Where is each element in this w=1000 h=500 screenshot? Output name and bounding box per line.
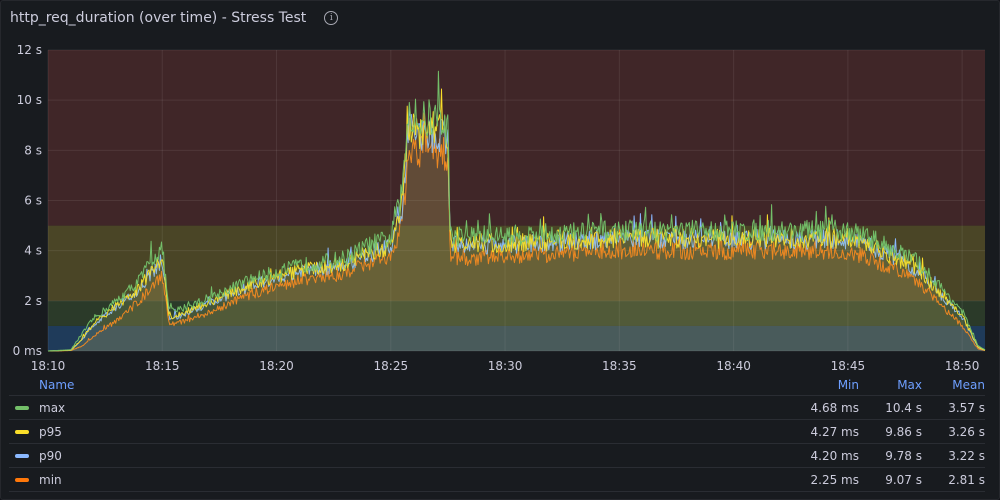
legend-series-name: min — [39, 472, 62, 487]
panel: http_req_duration (over time) - Stress T… — [0, 0, 1000, 500]
legend-mean-value: 2.81 s — [948, 472, 985, 487]
legend-series-name: p95 — [39, 424, 62, 439]
legend-header: Name Min Max Mean — [9, 375, 985, 396]
legend-min-value: 2.25 ms — [810, 472, 859, 487]
legend-row-min[interactable]: min 2.25 ms 9.07 s 2.81 s — [9, 468, 985, 492]
x-tick-label: 18:40 — [716, 359, 751, 373]
series-swatch — [15, 429, 29, 434]
y-tick-label: 10 s — [17, 93, 42, 107]
legend-mean-value: 3.22 s — [948, 448, 985, 463]
x-tick-label: 18:10 — [31, 359, 66, 373]
threshold-band — [48, 50, 985, 226]
legend-header-name[interactable]: Name — [9, 378, 759, 392]
time-series-chart[interactable]: 0 ms 2 s 4 s 6 s 8 s 10 s 12 s 18:10 18:15 18:20 1… — [1, 1, 999, 373]
legend-min-value: 4.27 ms — [810, 424, 859, 439]
legend-series-name: p90 — [39, 448, 62, 463]
legend-max-value: 9.07 s — [885, 472, 922, 487]
x-tick-label: 18:20 — [259, 359, 294, 373]
y-tick-label: 0 ms — [13, 344, 42, 358]
legend-mean-value: 3.57 s — [948, 400, 985, 415]
series-swatch — [15, 405, 29, 410]
y-tick-label: 8 s — [24, 143, 42, 157]
x-tick-label: 18:35 — [602, 359, 637, 373]
x-tick-label: 18:50 — [945, 359, 980, 373]
y-tick-label: 2 s — [24, 294, 42, 308]
legend-header-min[interactable]: Min — [759, 378, 859, 392]
series-swatch — [15, 453, 29, 458]
legend-header-max[interactable]: Max — [859, 378, 922, 392]
legend-header-mean[interactable]: Mean — [922, 378, 985, 392]
legend-row-p95[interactable]: p95 4.27 ms 9.86 s 3.26 s — [9, 420, 985, 444]
legend-max-value: 9.86 s — [885, 424, 922, 439]
series-swatch — [15, 477, 29, 482]
y-tick-label: 12 s — [17, 43, 42, 57]
legend-max-value: 9.78 s — [885, 448, 922, 463]
x-tick-label: 18:25 — [374, 359, 409, 373]
legend-mean-value: 3.26 s — [948, 424, 985, 439]
legend-min-value: 4.20 ms — [810, 448, 859, 463]
y-tick-label: 4 s — [24, 244, 42, 258]
x-tick-label: 18:45 — [831, 359, 866, 373]
legend-series-name: max — [39, 400, 66, 415]
x-tick-label: 18:30 — [488, 359, 523, 373]
legend-max-value: 10.4 s — [885, 400, 922, 415]
legend-table: Name Min Max Mean max 4.68 ms 10.4 s 3.5… — [9, 375, 985, 492]
legend-row-p90[interactable]: p90 4.20 ms 9.78 s 3.22 s — [9, 444, 985, 468]
x-tick-label: 18:15 — [145, 359, 180, 373]
y-tick-label: 6 s — [24, 194, 42, 208]
legend-min-value: 4.68 ms — [810, 400, 859, 415]
legend-row-max[interactable]: max 4.68 ms 10.4 s 3.57 s — [9, 396, 985, 420]
